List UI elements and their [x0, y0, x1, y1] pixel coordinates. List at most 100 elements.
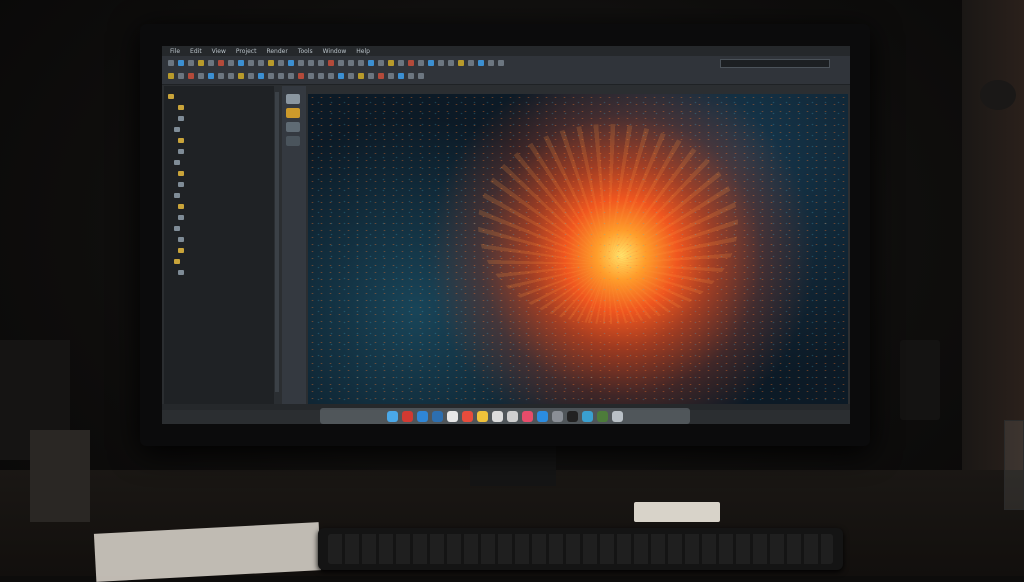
toolbar-button[interactable]: [198, 60, 204, 66]
globe-icon[interactable]: [582, 410, 593, 422]
toolbar-button[interactable]: [298, 73, 304, 79]
tree-item[interactable]: [178, 116, 187, 121]
toolbar-button[interactable]: [278, 60, 284, 66]
toolbar-button[interactable]: [238, 60, 244, 66]
toolbar-button[interactable]: [428, 60, 434, 66]
toolbar-button[interactable]: [178, 73, 184, 79]
toolbar-button[interactable]: [378, 73, 384, 79]
tree-item[interactable]: [178, 204, 187, 209]
tree-item[interactable]: [178, 215, 187, 220]
toolbar-button[interactable]: [188, 60, 194, 66]
toolbar-button[interactable]: [318, 73, 324, 79]
tree-item[interactable]: [174, 160, 183, 165]
tree-item[interactable]: [178, 149, 187, 154]
toolbar-button[interactable]: [178, 60, 184, 66]
toolbar-button[interactable]: [398, 73, 404, 79]
toolbar-button[interactable]: [448, 60, 454, 66]
tree-item[interactable]: [178, 237, 187, 242]
toolbar-button[interactable]: [338, 60, 344, 66]
toolbar-button[interactable]: [298, 60, 304, 66]
reminders-icon[interactable]: [492, 410, 503, 422]
toolbar-button[interactable]: [308, 73, 314, 79]
explorer-scrollbar[interactable]: [274, 86, 280, 404]
tree-item[interactable]: [178, 182, 187, 187]
menu-item[interactable]: File: [170, 48, 180, 55]
menu-item[interactable]: View: [212, 48, 226, 55]
toolbar-button[interactable]: [278, 73, 284, 79]
appstore-icon[interactable]: [537, 410, 548, 422]
toolbar-button[interactable]: [348, 73, 354, 79]
toolbar-button[interactable]: [268, 60, 274, 66]
toolbar-button[interactable]: [358, 60, 364, 66]
tree-item[interactable]: [168, 94, 177, 99]
menu-item[interactable]: Render: [266, 48, 287, 55]
toolbar-button[interactable]: [388, 60, 394, 66]
toolbar-button[interactable]: [368, 73, 374, 79]
mail-icon[interactable]: [432, 410, 443, 422]
toolbar-button[interactable]: [478, 60, 484, 66]
tree-item[interactable]: [174, 127, 183, 132]
toolbar-button[interactable]: [408, 60, 414, 66]
toolbar-button[interactable]: [168, 73, 174, 79]
settings-icon[interactable]: [552, 410, 563, 422]
toolbar-button[interactable]: [228, 60, 234, 66]
toolbar-button[interactable]: [438, 60, 444, 66]
toolbar-button[interactable]: [288, 60, 294, 66]
toolbar-button[interactable]: [328, 73, 334, 79]
toolbar-button[interactable]: [268, 73, 274, 79]
tool-icon[interactable]: [286, 136, 300, 146]
toolbar-button[interactable]: [198, 73, 204, 79]
toolbar-button[interactable]: [288, 73, 294, 79]
editor-icon[interactable]: [597, 410, 608, 422]
toolbar-button[interactable]: [248, 73, 254, 79]
toolbar-button[interactable]: [258, 73, 264, 79]
toolbar-button[interactable]: [458, 60, 464, 66]
toolbar-button[interactable]: [188, 73, 194, 79]
preview-icon[interactable]: [507, 410, 518, 422]
toolbar-button[interactable]: [388, 73, 394, 79]
toolbar-button[interactable]: [398, 60, 404, 66]
tree-item[interactable]: [178, 138, 187, 143]
toolbar-button[interactable]: [368, 60, 374, 66]
toolbar-button[interactable]: [418, 60, 424, 66]
toolbar-button[interactable]: [408, 73, 414, 79]
tree-item[interactable]: [178, 105, 187, 110]
tree-item[interactable]: [178, 171, 187, 176]
toolbar-button[interactable]: [238, 73, 244, 79]
toolbar-button[interactable]: [348, 60, 354, 66]
menu-item[interactable]: Tools: [298, 48, 313, 55]
tree-item[interactable]: [178, 248, 187, 253]
tool-icon[interactable]: [286, 94, 300, 104]
toolbar-button[interactable]: [418, 73, 424, 79]
toolbar-button[interactable]: [498, 60, 504, 66]
toolbar-button[interactable]: [208, 73, 214, 79]
toolbar-button[interactable]: [358, 73, 364, 79]
photos-icon[interactable]: [447, 410, 458, 422]
menu-item[interactable]: Project: [236, 48, 257, 55]
toolbar-button[interactable]: [468, 60, 474, 66]
menu-item[interactable]: Window: [323, 48, 347, 55]
toolbar-button[interactable]: [228, 73, 234, 79]
calendar-icon[interactable]: [462, 410, 473, 422]
safari-icon[interactable]: [417, 410, 428, 422]
finder-icon[interactable]: [387, 410, 398, 422]
toolbar-button[interactable]: [328, 60, 334, 66]
toolbar-button[interactable]: [308, 60, 314, 66]
toolbar-button[interactable]: [258, 60, 264, 66]
toolbar-button[interactable]: [378, 60, 384, 66]
menu-item[interactable]: Help: [356, 48, 370, 55]
tree-item[interactable]: [178, 270, 187, 275]
toolbar-button[interactable]: [488, 60, 494, 66]
trash-icon[interactable]: [612, 410, 623, 422]
menu-item[interactable]: Edit: [190, 48, 202, 55]
folder-icon[interactable]: [286, 108, 300, 118]
tool-icon[interactable]: [286, 122, 300, 132]
tree-item[interactable]: [174, 226, 183, 231]
toolbar-button[interactable]: [318, 60, 324, 66]
terminal-icon[interactable]: [567, 410, 578, 422]
toolbar-button[interactable]: [338, 73, 344, 79]
tree-item[interactable]: [174, 193, 183, 198]
toolbar-button[interactable]: [168, 60, 174, 66]
music-icon[interactable]: [522, 410, 533, 422]
tree-item[interactable]: [174, 259, 183, 264]
